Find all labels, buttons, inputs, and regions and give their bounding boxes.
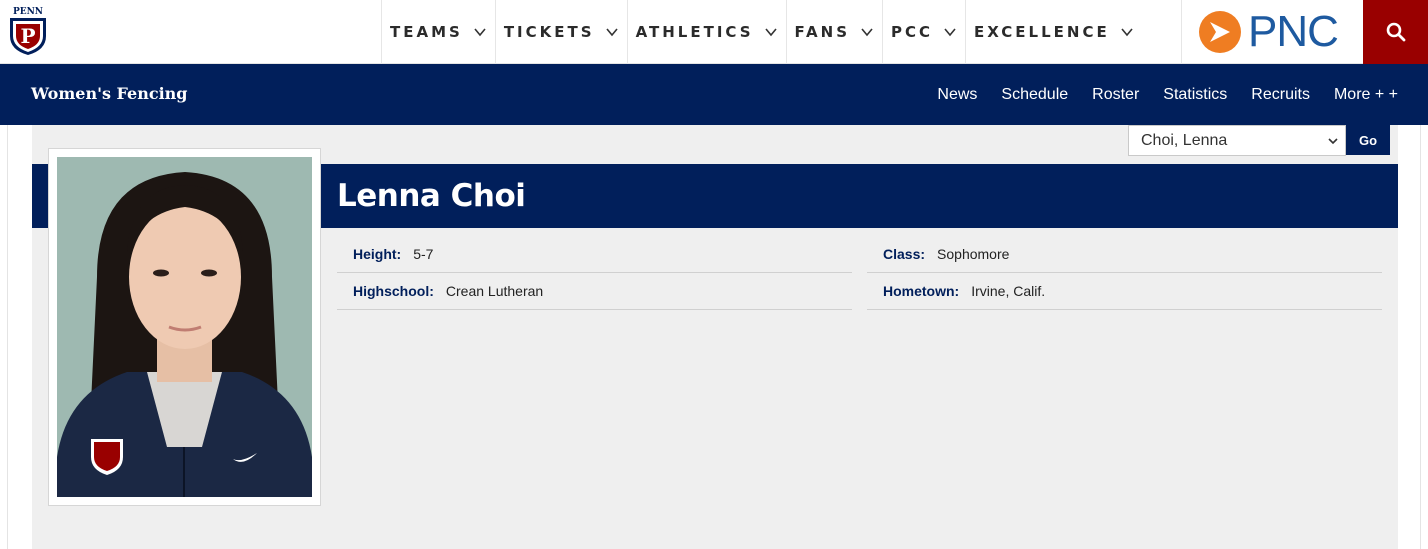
chevron-down-icon [861,28,873,37]
info-class: Class: Sophomore [867,236,1382,273]
link-roster[interactable]: Roster [1092,86,1139,104]
main-nav: TEAMS TICKETS ATHLETICS FANS PCC EXCELLE… [381,0,1142,64]
sport-nav: Women's Fencing News Schedule Roster Sta… [0,64,1428,125]
pnc-sponsor-logo[interactable]: PNC [1181,0,1363,64]
highschool-value: Crean Lutheran [445,283,544,299]
chevron-down-icon [1121,28,1133,37]
nav-teams[interactable]: TEAMS [381,0,495,64]
page-rule-right [1420,125,1421,549]
chevron-down-icon [944,28,956,37]
svg-text:P: P [20,24,35,48]
search-icon [1386,22,1405,42]
pnc-mark-icon [1199,11,1241,53]
page-rule-left [7,125,8,549]
chevron-down-icon [764,28,777,37]
nav-fans-label: FANS [794,23,850,41]
info-height: Height: 5-7 [337,236,852,273]
nav-athletics[interactable]: ATHLETICS [626,0,786,64]
chevron-down-icon [605,28,618,37]
class-label: Class: [883,246,926,262]
info-hometown: Hometown: Irvine, Calif. [867,273,1382,310]
hometown-value: Irvine, Calif. [971,283,1046,299]
player-name: Lenna Choi [337,178,526,214]
height-label: Height: [353,246,402,262]
nav-excellence[interactable]: EXCELLENCE [965,0,1142,64]
info-highschool: Highschool: Crean Lutheran [337,273,852,310]
link-statistics[interactable]: Statistics [1163,86,1227,104]
nav-tickets-label: TICKETS [503,23,595,41]
chevron-down-icon [474,28,486,37]
link-more[interactable]: More + + [1334,86,1398,104]
highschool-label: Highschool: [353,283,434,299]
nav-pcc[interactable]: PCC [882,0,965,64]
nav-athletics-label: ATHLETICS [635,23,754,41]
roster-select[interactable]: Choi, Lenna [1128,125,1346,156]
nav-fans[interactable]: FANS [785,0,883,64]
hometown-label: Hometown: [883,283,960,299]
nav-pcc-label: PCC [891,23,934,41]
sport-title[interactable]: Women's Fencing [31,84,188,103]
link-recruits[interactable]: Recruits [1251,86,1310,104]
penn-logo-text: PENN [12,7,44,17]
link-news[interactable]: News [937,86,977,104]
search-button[interactable] [1363,0,1428,64]
top-bar: P PENN TEAMS TICKETS ATHLETICS FANS PCC … [0,0,1428,64]
penn-logo[interactable]: P PENN [8,7,48,56]
class-value: Sophomore [937,246,1010,262]
link-schedule[interactable]: Schedule [1001,86,1068,104]
go-button[interactable]: Go [1346,125,1390,155]
nav-teams-label: TEAMS [390,23,463,41]
player-photo [57,157,312,497]
roster-select-value: Choi, Lenna [1141,131,1228,149]
sport-links: News Schedule Roster Statistics Recruits… [913,64,1398,125]
nav-tickets[interactable]: TICKETS [494,0,627,64]
select-arrows-icon [1328,138,1338,145]
height-value: 5-7 [413,246,434,262]
pnc-text: PNC [1248,7,1339,56]
nav-excellence-label: EXCELLENCE [974,23,1110,41]
